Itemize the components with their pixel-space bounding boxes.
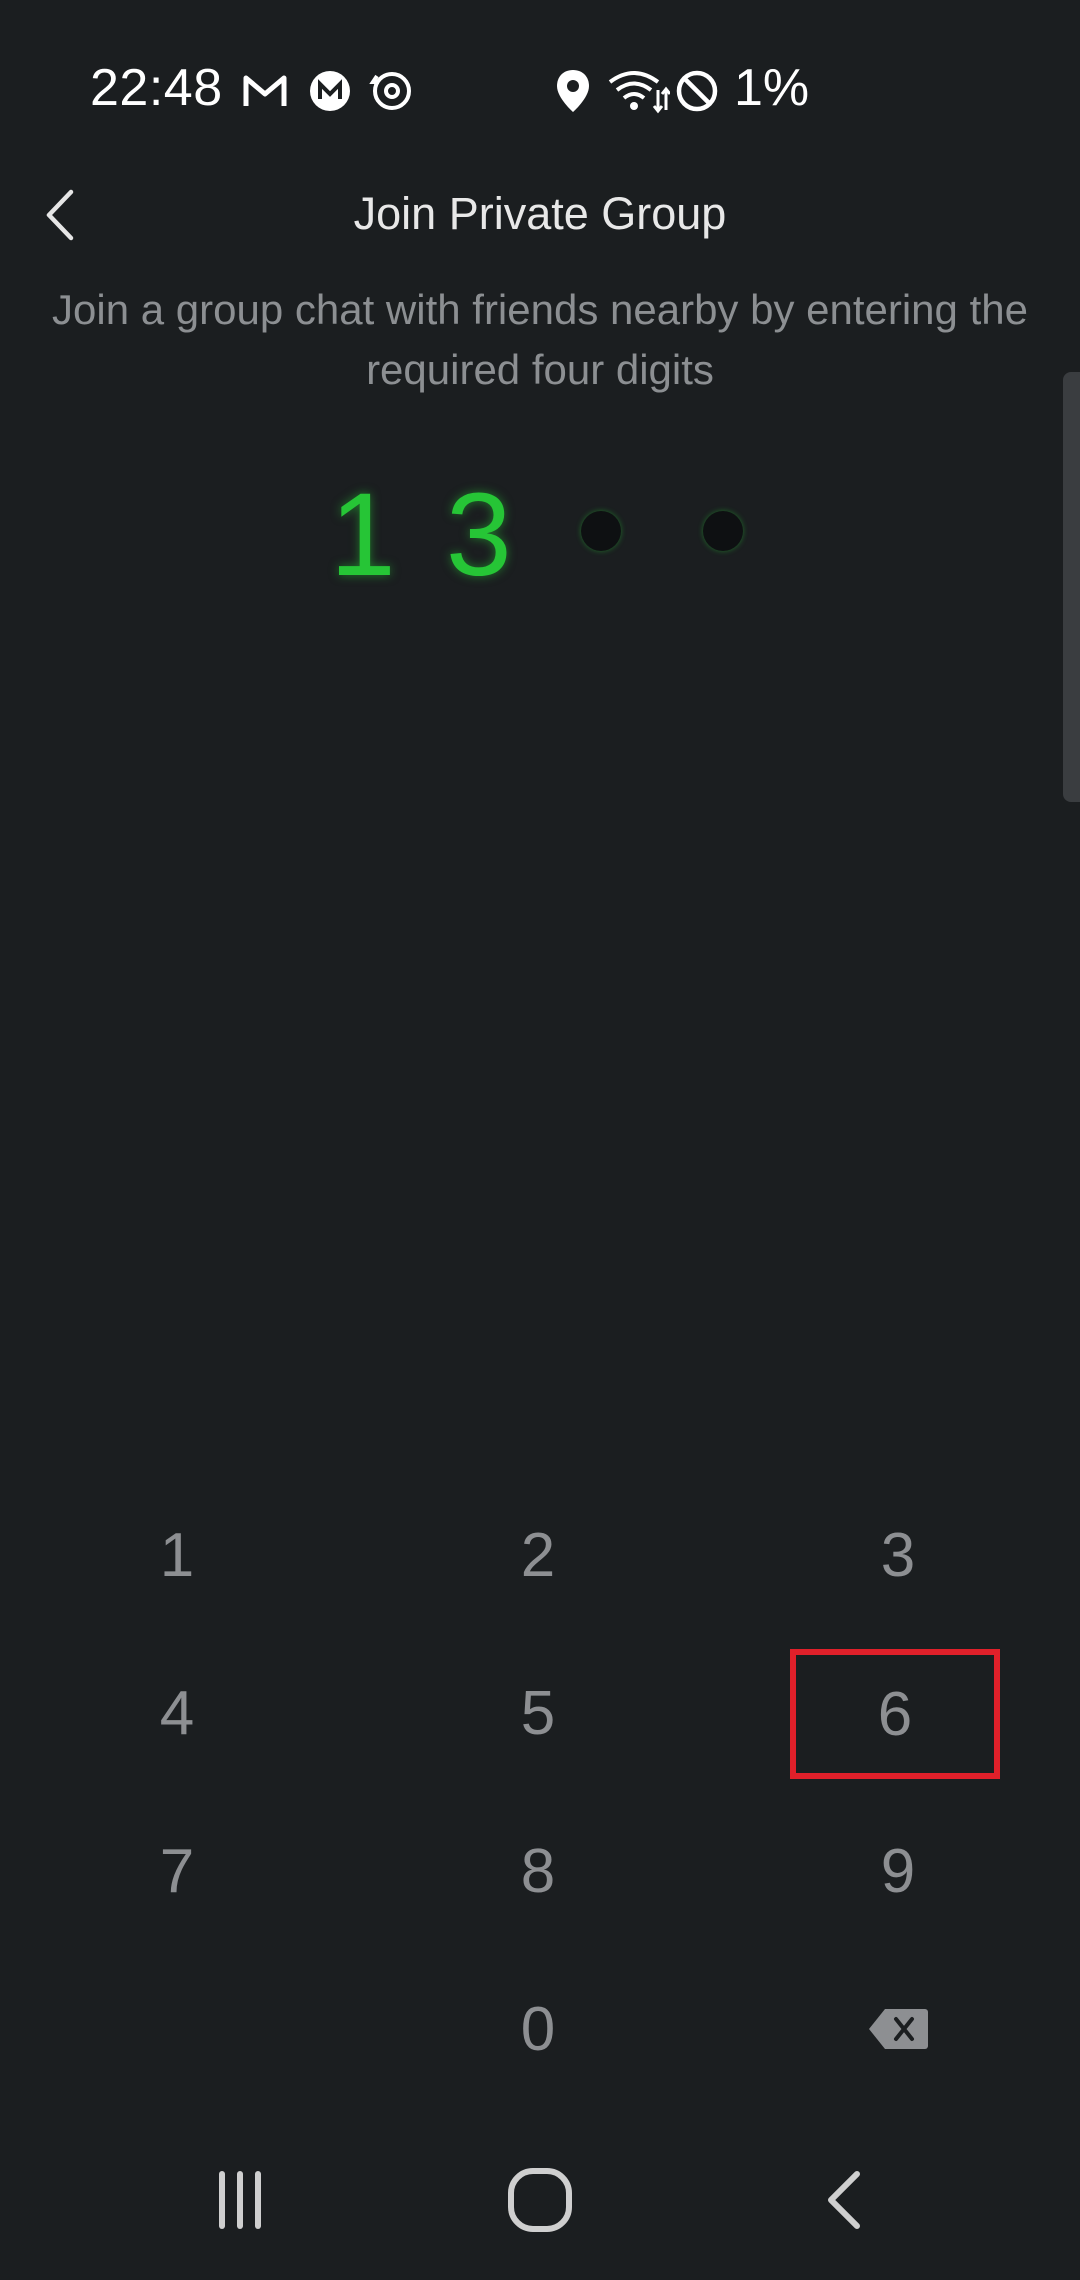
battery-level: 1% bbox=[734, 59, 810, 117]
delete-key[interactable] bbox=[793, 1964, 1003, 2094]
key-8[interactable]: 8 bbox=[433, 1806, 643, 1936]
home-icon bbox=[508, 2168, 572, 2232]
wifi-icon bbox=[606, 68, 672, 119]
recents-icon bbox=[219, 2171, 261, 2229]
scrollbar[interactable] bbox=[1063, 372, 1080, 802]
status-bar: 22:48 1% bbox=[0, 0, 1080, 190]
backspace-icon bbox=[869, 2009, 928, 2049]
recents-button[interactable] bbox=[180, 2140, 300, 2260]
status-time: 22:48 bbox=[90, 59, 223, 117]
pin-slot-3 bbox=[581, 511, 621, 551]
key-7[interactable]: 7 bbox=[72, 1806, 282, 1936]
back-icon bbox=[828, 2171, 860, 2229]
key-9[interactable]: 9 bbox=[793, 1806, 1003, 1936]
m-app-icon bbox=[307, 68, 353, 119]
pin-slot-4 bbox=[703, 511, 743, 551]
key-2[interactable]: 2 bbox=[433, 1490, 643, 1620]
key-6[interactable]: 6 bbox=[790, 1649, 1000, 1779]
key-4[interactable]: 4 bbox=[72, 1648, 282, 1778]
pin-digit-1: 1 bbox=[330, 469, 396, 601]
key-0[interactable]: 0 bbox=[433, 1964, 643, 2094]
nav-back-button[interactable] bbox=[784, 2140, 904, 2260]
pin-digit-2: 3 bbox=[446, 469, 512, 601]
location-icon bbox=[553, 68, 593, 119]
page-title: Join Private Group bbox=[353, 188, 727, 239]
key-1[interactable]: 1 bbox=[72, 1490, 282, 1620]
gmail-icon bbox=[242, 68, 288, 119]
key-5[interactable]: 5 bbox=[433, 1648, 643, 1778]
home-button[interactable] bbox=[480, 2140, 600, 2260]
sync-icon bbox=[369, 68, 415, 119]
do-not-disturb-icon bbox=[674, 68, 720, 119]
key-3[interactable]: 3 bbox=[793, 1490, 1003, 1620]
page-subtitle: Join a group chat with friends nearby by… bbox=[52, 286, 1028, 393]
